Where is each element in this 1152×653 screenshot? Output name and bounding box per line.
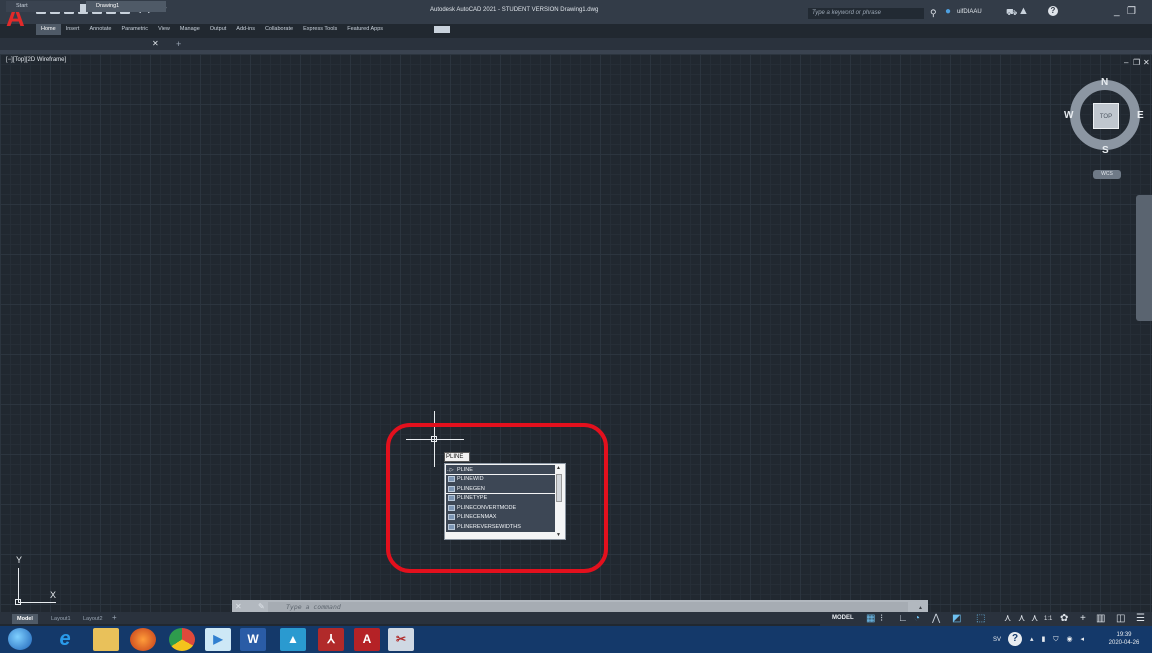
taskbar-help-icon[interactable]: ? [1008,632,1022,646]
navigation-bar[interactable] [1136,195,1152,321]
cart-icon[interactable]: ⛟ [1006,7,1017,19]
clock-time: 19:39 [1116,632,1132,638]
autocad-taskbar-icon[interactable]: A [354,628,380,651]
selection-cycling-icon[interactable]: ⬚ [976,613,985,624]
search-input[interactable]: Type a keyword or phrase [808,8,924,19]
annotation-monitor-icon[interactable]: + [1080,613,1086,624]
user-icon[interactable]: ● [945,6,955,17]
wcs-menu[interactable]: WCS [1093,170,1121,179]
file-explorer-icon[interactable] [93,628,119,651]
acrobat-icon[interactable]: ⅄ [318,628,344,651]
workspace-gear-icon[interactable]: ✿ [1060,613,1068,624]
viewport-close-icon[interactable]: ✕ [1143,58,1150,67]
help-icon[interactable]: ? [1048,6,1058,16]
tab-view[interactable]: View [153,24,175,35]
restore-button[interactable]: ❐ [1127,6,1136,17]
compass-east[interactable]: E [1137,110,1144,121]
viewport-restore-icon[interactable]: ❐ [1133,58,1140,67]
tab-home[interactable]: Home [36,24,61,35]
tab-parametric[interactable]: Parametric [116,24,153,35]
ucs-x-axis [18,602,56,603]
autoscale-icon[interactable]: ⋏ [1018,613,1025,624]
tab-drawing1[interactable]: Drawing1 [86,1,166,12]
tab-featured-apps[interactable]: Featured Apps [342,24,388,35]
viewcube-top-face[interactable]: TOP [1093,103,1119,129]
clean-screen-icon[interactable]: ◫ [1116,613,1125,624]
wrench-icon[interactable]: ✎ [258,602,265,611]
command-input[interactable]: Type a command [268,602,908,612]
grid-icon[interactable]: ▦ [866,613,875,624]
ucs-y-label: Y [16,555,23,565]
window-title: Autodesk AutoCAD 2021 - STUDENT VERSION … [430,7,599,13]
ucs-origin-icon [15,599,21,605]
add-layout-icon[interactable]: + [112,613,117,622]
layout-tab-bar [0,612,820,624]
minimize-button[interactable]: _ [1114,6,1120,17]
tab-start[interactable]: Start [6,1,80,12]
tab-layout1[interactable]: Layout1 [46,614,76,624]
object-snap-icon[interactable]: ◩ [952,613,961,624]
chrome-icon[interactable] [169,628,195,651]
compass-west[interactable]: W [1064,110,1073,121]
ortho-icon[interactable]: ∟ [898,613,908,624]
viewport-controls[interactable]: [−][Top][2D Wireframe] [6,57,66,63]
ribbon-minimize-icon[interactable] [434,26,450,33]
isodraft-icon[interactable]: ⋀ [932,613,940,624]
tab-model[interactable]: Model [12,614,38,624]
units-icon[interactable]: ▥ [1096,613,1105,624]
command-history-icon[interactable]: ▲ [918,605,923,611]
tab-insert[interactable]: Insert [61,24,85,35]
language-indicator[interactable]: SV [993,637,1001,643]
tab-add-ins[interactable]: Add-ins [231,24,260,35]
media-player-icon[interactable]: ▶ [205,628,231,651]
tab-annotate[interactable]: Annotate [84,24,116,35]
firefox-icon[interactable] [130,628,156,651]
search-icon[interactable]: ⚲ [930,8,937,19]
snap-icon[interactable]: ⁝ [880,613,883,624]
command-line-close-icon[interactable]: ✕ [235,602,242,611]
ucs-y-axis [18,568,19,603]
autocad-window: A ◀ ▶ ▾ Autodesk AutoCAD 2021 - STUDENT … [0,0,1152,653]
new-tab-icon[interactable]: + [176,39,181,49]
tab-layout2[interactable]: Layout2 [78,614,108,624]
username[interactable]: uifDIAAU [957,9,982,15]
system-tray-icons[interactable]: ▴ ▮ ⛉ ◉ ◂ [1030,635,1087,644]
compass-south[interactable]: S [1102,145,1109,156]
clock-date: 2020-04-26 [1108,640,1140,646]
ucs-x-label: X [50,590,57,600]
clock[interactable]: 19:39 2020-04-26 [1104,631,1144,647]
document-tab-bar [0,38,1152,50]
viewport-minimize-icon[interactable]: – [1124,58,1128,67]
annotation-scale-icon[interactable]: ⋏ [1031,613,1038,624]
tab-collaborate[interactable]: Collaborate [260,24,298,35]
scale-readout[interactable]: 1:1 [1044,616,1052,622]
annotation-visibility-icon[interactable]: ⋏ [1004,613,1011,624]
close-tab-icon[interactable]: ✕ [152,39,159,48]
snipping-tool-icon[interactable]: ✂ [388,628,414,651]
compass-north[interactable]: N [1101,77,1108,88]
polar-icon[interactable]: ◔ [914,613,920,624]
autodesk-account-icon[interactable]: ▲ [1018,5,1029,17]
word-icon[interactable]: W [240,628,266,651]
internet-explorer-icon[interactable]: e [52,628,78,651]
highlight-annotation [386,423,608,573]
model-space-toggle[interactable]: MODEL [832,615,854,621]
start-button[interactable] [8,628,32,650]
tab-manage[interactable]: Manage [175,24,205,35]
tab-output[interactable]: Output [205,24,232,35]
customization-menu-icon[interactable]: ☰ [1136,613,1145,624]
ribbon-tabs: Home Insert Annotate Parametric View Man… [36,24,388,36]
autodesk-app-icon[interactable]: ▲ [280,628,306,651]
tab-express-tools[interactable]: Express Tools [298,24,342,35]
